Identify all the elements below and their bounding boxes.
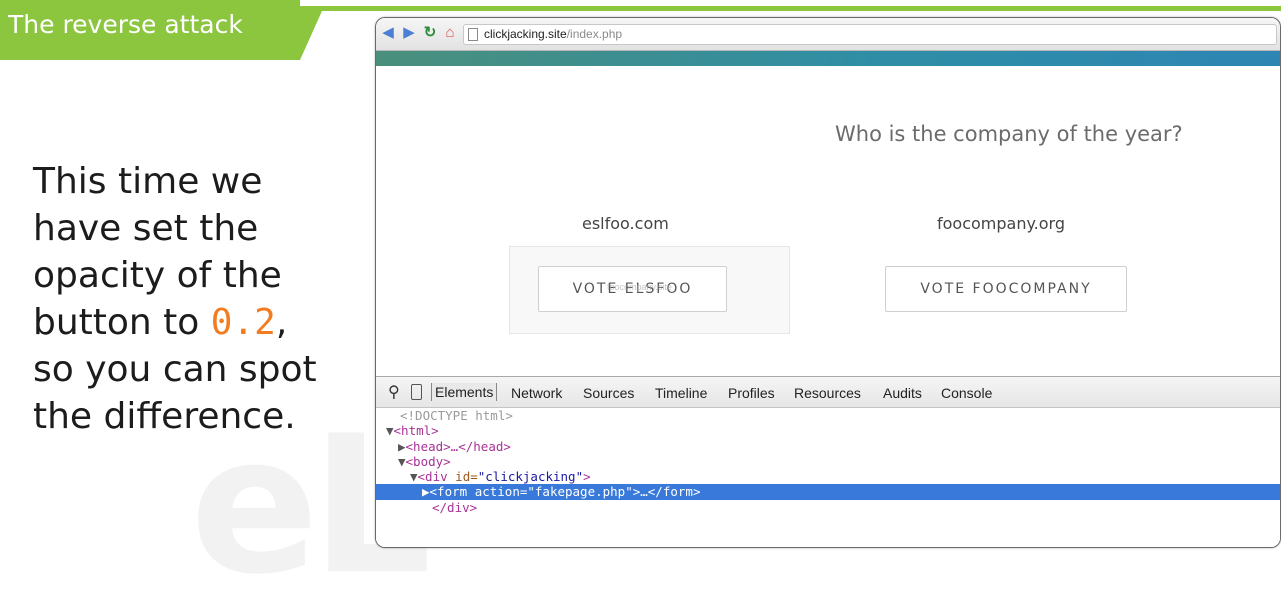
div-tag: <div <box>417 469 456 485</box>
back-arrow-icon[interactable]: ◀ <box>380 25 396 41</box>
tab-audits[interactable]: Audits <box>883 385 922 401</box>
forward-arrow-icon[interactable]: ▶ <box>401 25 417 41</box>
reload-icon[interactable]: ↻ <box>422 25 438 41</box>
devtools-toolbar: ⚲ Elements Network Sources Timeline Prof… <box>376 377 1280 408</box>
slide-title: The reverse attack <box>8 10 243 39</box>
form-tag: <form <box>429 484 475 500</box>
dom-row-doctype[interactable]: <!DOCTYPE html> <box>376 408 1280 423</box>
candidate-left: eslfoo.com <box>582 214 669 233</box>
tab-console[interactable]: Console <box>941 385 992 401</box>
div-attr-value: "clickjacking" <box>477 469 584 485</box>
form-attr: action= <box>474 484 528 500</box>
dom-tree: <!DOCTYPE html> ▼<html> ▶<head>…</head> … <box>376 408 1280 515</box>
collapse-triangle-icon[interactable]: ▶ <box>422 484 430 499</box>
dom-row-div-end[interactable]: </div> <box>376 500 1280 515</box>
vote-foocompany-button[interactable]: VOTE FOOCOMPANY <box>885 266 1127 312</box>
browser-window: ◀ ▶ ↻ ⌂ clickjacking.site/index.php Who … <box>375 17 1281 548</box>
head-tag: <head>…</head> <box>405 438 511 454</box>
home-icon[interactable]: ⌂ <box>442 25 458 41</box>
dom-row-html[interactable]: ▼<html> <box>376 423 1280 438</box>
tab-elements[interactable]: Elements <box>431 383 498 401</box>
browser-toolbar: ◀ ▶ ↻ ⌂ clickjacking.site/index.php <box>376 18 1280 51</box>
form-tag-close: >…</form> <box>632 484 701 500</box>
tab-resources[interactable]: Resources <box>794 385 861 401</box>
title-tab: The reverse attack <box>0 0 322 60</box>
tab-timeline[interactable]: Timeline <box>655 385 707 401</box>
div-end-tag: </div> <box>432 499 478 515</box>
candidate-right: foocompany.org <box>937 214 1065 233</box>
poll-question: Who is the company of the year? <box>835 122 1183 146</box>
site-banner <box>376 51 1280 66</box>
dom-row-head[interactable]: ▶<head>…</head> <box>376 439 1280 454</box>
url-text: clickjacking.site/index.php <box>484 25 622 44</box>
device-mode-icon[interactable] <box>411 384 422 400</box>
page-content: Who is the company of the year? eslfoo.c… <box>376 66 1280 376</box>
form-attr-value: "fakepage.php" <box>527 484 633 500</box>
opacity-value: 0.2 <box>210 302 276 343</box>
ghost-frame-text: foocompany.site <box>607 282 672 292</box>
tab-network[interactable]: Network <box>511 385 562 401</box>
expand-triangle-icon[interactable]: ▼ <box>386 423 394 438</box>
expand-triangle-icon[interactable]: ▼ <box>398 454 406 469</box>
collapse-triangle-icon[interactable]: ▶ <box>398 439 406 454</box>
dom-row-div[interactable]: ▼<div id="clickjacking"> <box>376 469 1280 484</box>
dom-row-body[interactable]: ▼<body> <box>376 454 1280 469</box>
dom-row-form-selected[interactable]: ▶<form action="fakepage.php">…</form> <box>376 484 1280 500</box>
body-tag: <body> <box>405 453 451 469</box>
devtools-panel: ⚲ Elements Network Sources Timeline Prof… <box>376 376 1280 547</box>
html-tag: <html> <box>393 423 439 439</box>
doctype-text: <!DOCTYPE html> <box>400 408 513 423</box>
expand-triangle-icon[interactable]: ▼ <box>410 469 418 484</box>
page-icon <box>468 28 478 41</box>
div-tag-close: > <box>583 469 591 485</box>
tab-sources[interactable]: Sources <box>583 385 634 401</box>
inspect-search-icon[interactable]: ⚲ <box>388 382 400 402</box>
address-bar[interactable]: clickjacking.site/index.php <box>463 24 1277 45</box>
url-path: /index.php <box>566 27 623 41</box>
url-domain: clickjacking.site <box>484 27 567 41</box>
div-attr: id= <box>455 469 478 485</box>
title-tab-tail <box>300 11 322 60</box>
tab-profiles[interactable]: Profiles <box>728 385 775 401</box>
slide-body-text: This time we have set the opacity of the… <box>33 158 333 440</box>
